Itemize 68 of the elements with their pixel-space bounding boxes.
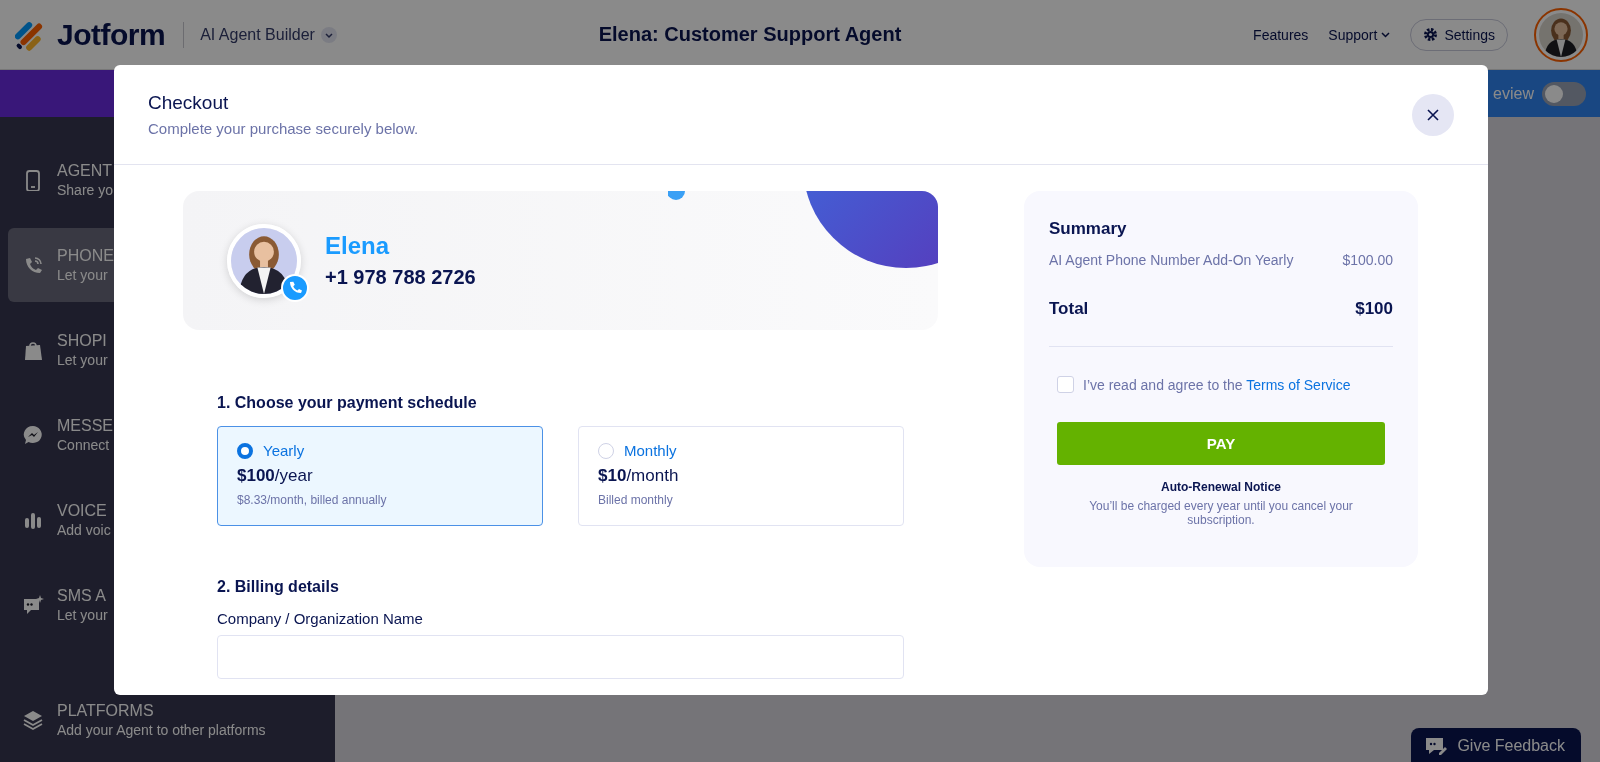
phone-number: +1 978 788 2726	[325, 266, 476, 289]
sidebar-item[interactable]: MESSE Connect	[8, 398, 114, 472]
plan-label: Yearly	[263, 442, 305, 459]
modal-title: Checkout	[148, 92, 230, 114]
total-amount: $100	[1355, 299, 1393, 319]
plan-label: Monthly	[624, 442, 677, 459]
agent-name: Elena	[325, 232, 391, 260]
checkbox[interactable]	[1057, 376, 1074, 393]
nav-link[interactable]: Features	[1253, 26, 1309, 43]
input-field[interactable]	[217, 635, 904, 679]
item-subtitle: Let your	[57, 267, 109, 283]
radio-button[interactable]	[237, 442, 253, 459]
item-subtitle: Add voic	[57, 522, 111, 538]
settings-icon	[1423, 27, 1439, 42]
sidebar-item[interactable]: VOICE Add voic	[8, 483, 114, 557]
sidebar-item[interactable]: SMS A Let your	[8, 568, 114, 642]
terms-link[interactable]: Terms of Service	[1246, 376, 1351, 393]
sidebar-icon	[22, 424, 44, 446]
preview-toggle[interactable]	[1542, 81, 1586, 106]
sidebar-item[interactable]: SHOPI Let your	[8, 313, 114, 387]
notice-title: Auto-Renewal Notice	[1160, 480, 1282, 494]
feedback-button[interactable]: Give Feedback	[1411, 728, 1581, 762]
line-item-label: AI Agent Phone Number Add-On Yearly	[1049, 252, 1294, 268]
close-icon	[1427, 108, 1439, 121]
sidebar-item[interactable]: PLATFORMS Add your Agent to other platforms	[8, 699, 278, 741]
item-subtitle: Let your	[57, 352, 108, 368]
agreement-text: I’ve read and agree to the Terms of Service	[1083, 376, 1351, 393]
plan-note: Billed monthly	[598, 493, 674, 507]
plan-note: $8.33/month, billed annually	[237, 493, 388, 507]
product-switcher[interactable]: AI Agent Builder	[200, 25, 337, 44]
item-title: AGENT	[57, 162, 114, 180]
sidebar-icon	[22, 709, 44, 731]
caret-icon	[320, 26, 337, 43]
sidebar-icon	[22, 594, 44, 616]
brand-name: Jotform	[57, 17, 166, 52]
sidebar-item[interactable]: AGENT Share yo	[8, 143, 114, 217]
plan-price: $10/month	[598, 466, 680, 486]
line-item-amount: $100.00	[1342, 252, 1393, 268]
total-label: Total	[1049, 299, 1089, 319]
item-subtitle: Let your	[57, 607, 108, 623]
summary-title: Summary	[1049, 219, 1128, 239]
item-subtitle: Connect	[57, 437, 111, 453]
modal-subtitle: Complete your purchase securely below.	[148, 120, 419, 137]
item-title: PHONE	[57, 247, 114, 265]
toggle-label: eview	[1493, 84, 1534, 103]
feedback-icon	[1425, 736, 1448, 756]
field-label: Company / Organization Name	[217, 610, 424, 627]
section-heading: 1. Choose your payment schedule	[217, 394, 478, 412]
caret-icon	[1381, 31, 1391, 38]
settings-button[interactable]: Settings	[1410, 18, 1508, 51]
item-title: SHOPI	[57, 332, 108, 350]
plan-price: $100/year	[237, 466, 314, 486]
nav-dropdown[interactable]: Support	[1328, 26, 1391, 43]
item-title: SMS A	[57, 587, 107, 605]
close-button[interactable]	[1412, 93, 1454, 136]
item-title: MESSE	[57, 417, 113, 435]
item-subtitle: Add your Agent to other platforms	[57, 722, 266, 738]
item-title: PLATFORMS	[57, 702, 155, 720]
sidebar-item[interactable]: PHONE Let your	[8, 228, 114, 302]
sidebar-icon	[22, 339, 44, 361]
item-title: VOICE	[57, 502, 108, 520]
plan-option[interactable]: Yearly $100/year $8.33/month, billed annually	[217, 426, 543, 526]
section-heading: 2. Billing details	[217, 578, 340, 596]
item-subtitle: Share yo	[57, 182, 114, 198]
notice-text: You’ll be charged every year until you cancel your subscription.	[1088, 499, 1354, 527]
plan-option[interactable]: Monthly $10/month Billed monthly	[578, 426, 904, 526]
pay-button[interactable]: PAY	[1057, 422, 1385, 465]
agent-title: Elena: Customer Support Agent	[598, 23, 902, 46]
